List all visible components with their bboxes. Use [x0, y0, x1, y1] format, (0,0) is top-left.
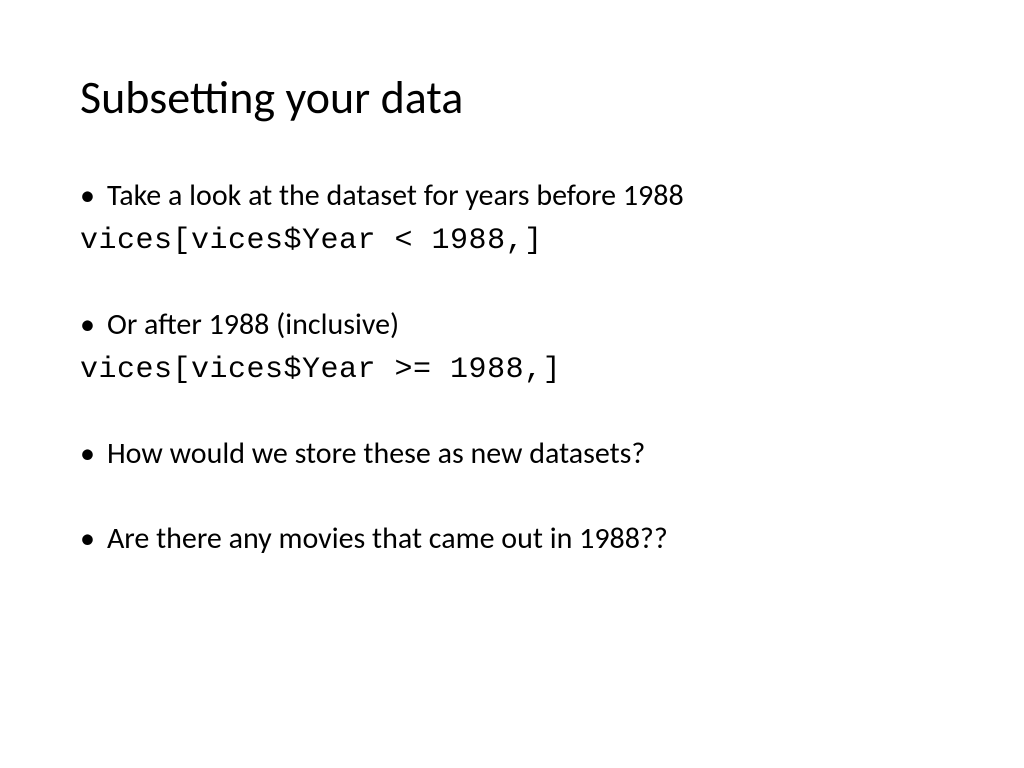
bullet-text: Or after 1988 (inclusive): [107, 305, 944, 346]
bullet-marker-icon: •: [80, 434, 95, 475]
bullet-text: Take a look at the dataset for years bef…: [107, 176, 944, 217]
code-snippet: vices[vices$Year < 1988,]: [80, 221, 944, 262]
code-snippet: vices[vices$Year >= 1988,]: [80, 350, 944, 391]
slide-content: • Take a look at the dataset for years b…: [80, 176, 944, 559]
bullet-item: • How would we store these as new datase…: [80, 434, 944, 475]
slide-title: Subsetting your data: [80, 70, 944, 126]
bullet-marker-icon: •: [80, 305, 95, 346]
bullet-item: • Take a look at the dataset for years b…: [80, 176, 944, 217]
bullet-text: Are there any movies that came out in 19…: [107, 519, 944, 560]
bullet-marker-icon: •: [80, 519, 95, 560]
bullet-text: How would we store these as new datasets…: [107, 434, 944, 475]
bullet-item: • Or after 1988 (inclusive): [80, 305, 944, 346]
bullet-item: • Are there any movies that came out in …: [80, 519, 944, 560]
bullet-marker-icon: •: [80, 176, 95, 217]
